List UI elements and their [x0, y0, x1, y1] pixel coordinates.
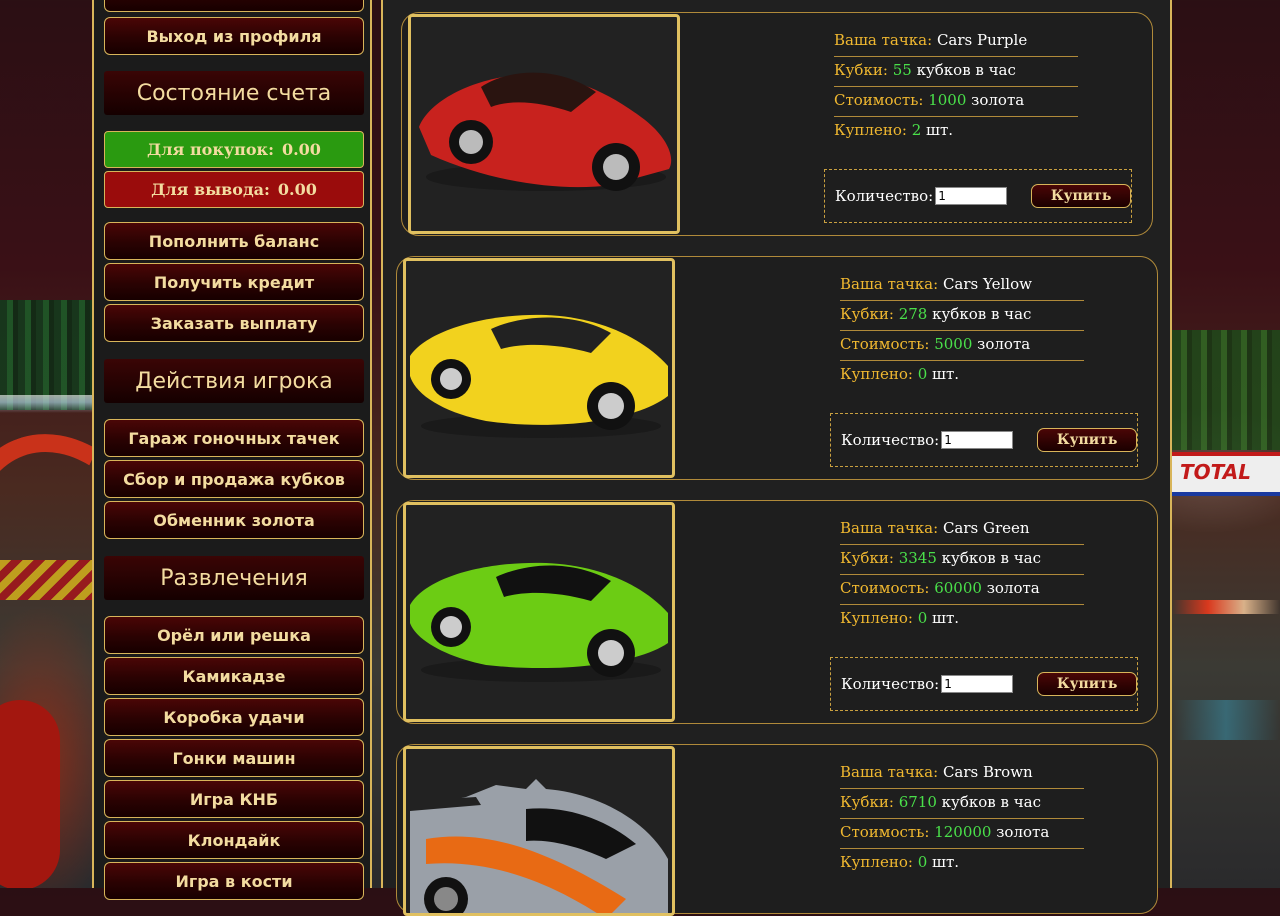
fun-heading: Развлечения [104, 556, 364, 600]
order-payout-button[interactable]: Заказать выплату [104, 304, 364, 342]
car-card: Ваша тачка: Cars Yellow Кубки: 278 кубко… [396, 256, 1158, 480]
balance-withdraw: Для вывода: 0.00 [104, 171, 364, 208]
buy-button[interactable]: Купить [1037, 672, 1137, 696]
actions-heading: Действия игрока [104, 359, 364, 403]
main-content: Ваша тачка: Cars Purple Кубки: 55 кубков… [381, 0, 1172, 916]
dice-game-button[interactable]: Игра в кости [104, 862, 364, 900]
car-image [408, 14, 680, 234]
car-name: Cars Brown [942, 763, 1033, 781]
lucky-box-button[interactable]: Коробка удачи [104, 698, 364, 736]
balance-withdraw-label: Для вывода: [151, 180, 270, 199]
buy-form: Количество: Купить [830, 413, 1138, 467]
car-info: Ваша тачка: Cars Yellow Кубки: 278 кубко… [840, 271, 1084, 390]
balance-buy-value: 0.00 [281, 140, 321, 159]
car-cost: 60000 [934, 579, 982, 597]
balance-buy-label: Для покупок: [147, 140, 274, 159]
car-cups: 55 [892, 61, 912, 79]
quantity-input[interactable] [941, 675, 1014, 693]
car-cups: 6710 [898, 793, 937, 811]
car-bought: 0 [917, 609, 928, 627]
balance-buy: Для покупок: 0.00 [104, 131, 364, 168]
buy-button[interactable]: Купить [1037, 428, 1137, 452]
balance-withdraw-value: 0.00 [277, 180, 317, 199]
topup-balance-button[interactable]: Пополнить баланс [104, 222, 364, 260]
sidebar: Выход из профиля Состояние счета Для пок… [92, 0, 372, 900]
quantity-label: Количество: [835, 187, 934, 205]
car-name: Cars Yellow [942, 275, 1032, 293]
cups-button[interactable]: Сбор и продажа кубков [104, 460, 364, 498]
car-card: Ваша тачка: Cars Purple Кубки: 55 кубков… [401, 12, 1153, 236]
car-cost: 120000 [934, 823, 992, 841]
sidebar-button-partial[interactable] [104, 0, 364, 12]
car-card: Ваша тачка: Cars Green Кубки: 3345 кубко… [396, 500, 1158, 724]
kamikaze-button[interactable]: Камикадзе [104, 657, 364, 695]
car-cost: 1000 [928, 91, 967, 109]
car-image [403, 502, 675, 722]
car-bought: 0 [917, 365, 928, 383]
car-info: Ваша тачка: Cars Green Кубки: 3345 кубко… [840, 515, 1084, 634]
car-info: Ваша тачка: Cars Purple Кубки: 55 кубков… [834, 27, 1078, 146]
buy-button[interactable]: Купить [1031, 184, 1131, 208]
car-bought: 0 [917, 853, 928, 871]
car-name: Cars Purple [936, 31, 1028, 49]
quantity-label: Количество: [841, 431, 940, 449]
quantity-input[interactable] [935, 187, 1008, 205]
car-info: Ваша тачка: Cars Brown Кубки: 6710 кубко… [840, 759, 1084, 878]
car-cost: 5000 [934, 335, 973, 353]
car-race-button[interactable]: Гонки машин [104, 739, 364, 777]
car-cups: 3345 [898, 549, 937, 567]
quantity-label: Количество: [841, 675, 940, 693]
buy-form: Количество: Купить [824, 169, 1132, 223]
get-credit-button[interactable]: Получить кредит [104, 263, 364, 301]
account-heading: Состояние счета [104, 71, 364, 115]
background-left [0, 0, 92, 888]
background-right: TOTAL [1172, 0, 1280, 888]
car-image [403, 746, 675, 916]
car-name: Cars Green [942, 519, 1030, 537]
klondike-button[interactable]: Клондайк [104, 821, 364, 859]
car-image [403, 258, 675, 478]
car-bought: 2 [911, 121, 922, 139]
logout-button[interactable]: Выход из профиля [104, 17, 364, 55]
rps-game-button[interactable]: Игра КНБ [104, 780, 364, 818]
coin-flip-button[interactable]: Орёл или решка [104, 616, 364, 654]
car-card: Ваша тачка: Cars Brown Кубки: 6710 кубко… [396, 744, 1158, 916]
garage-button[interactable]: Гараж гоночных тачек [104, 419, 364, 457]
quantity-input[interactable] [941, 431, 1014, 449]
car-cups: 278 [898, 305, 928, 323]
gold-exchange-button[interactable]: Обменник золота [104, 501, 364, 539]
total-banner: TOTAL [1172, 452, 1280, 496]
buy-form: Количество: Купить [830, 657, 1138, 711]
